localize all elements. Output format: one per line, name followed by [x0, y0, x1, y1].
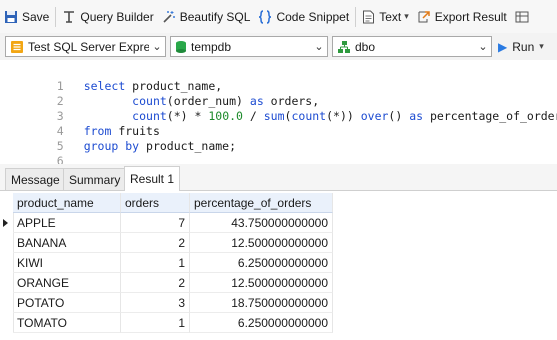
cell-orders[interactable]: 2 — [121, 273, 190, 293]
row-indicator-header — [0, 193, 14, 213]
chevron-down-icon: ▾ — [539, 41, 544, 51]
beautify-sql-button[interactable]: Beautify SQL — [158, 5, 255, 29]
editor-line: 2 count(order_num) as orders, — [0, 79, 319, 108]
column-header-orders[interactable]: orders — [121, 193, 190, 213]
editor-line: 5 group by product_name; — [0, 124, 236, 153]
cell-orders[interactable]: 3 — [121, 293, 190, 313]
cell-product-name[interactable]: POTATO — [13, 293, 121, 313]
cell-product-name[interactable]: ORANGE — [13, 273, 121, 293]
database-icon — [176, 40, 186, 53]
chevron-down-icon: ▾ — [404, 11, 409, 21]
row-indicator[interactable] — [0, 273, 14, 293]
save-button[interactable]: Save — [0, 5, 53, 29]
chevron-down-icon: ⌄ — [314, 41, 324, 53]
editor-line: 6 — [0, 139, 84, 168]
schema-icon — [338, 40, 350, 53]
play-icon: ▶ — [498, 39, 508, 54]
column-header-product-name[interactable]: product_name — [13, 193, 121, 213]
toolbar-separator — [355, 6, 357, 27]
table-row[interactable]: POTATO 3 18.750000000000 — [0, 293, 333, 313]
query-builder-label: Query Builder — [80, 9, 154, 24]
query-builder-button[interactable]: Query Builder — [58, 5, 157, 29]
chevron-down-icon: ⌄ — [478, 41, 488, 53]
export-icon — [418, 10, 430, 22]
cell-percentage[interactable]: 43.750000000000 — [190, 213, 333, 233]
cell-percentage[interactable]: 12.500000000000 — [190, 273, 333, 293]
editor-line: 3 count(*) * 100.0 / sum(count(*)) over(… — [0, 94, 557, 123]
table-row[interactable]: APPLE 7 43.750000000000 — [0, 213, 333, 233]
braces-icon — [259, 9, 272, 24]
query-builder-icon — [64, 10, 75, 23]
cell-percentage[interactable]: 6.250000000000 — [190, 253, 333, 273]
cell-product-name[interactable]: TOMATO — [13, 313, 121, 333]
row-indicator[interactable] — [0, 313, 14, 333]
cell-percentage[interactable]: 6.250000000000 — [190, 313, 333, 333]
main-toolbar: Save Query Builder Beautify SQL Code Sni… — [0, 0, 557, 34]
table-row[interactable]: ORANGE 2 12.500000000000 — [0, 273, 333, 293]
cell-orders[interactable]: 1 — [121, 253, 190, 273]
document-icon — [363, 10, 375, 23]
database-select[interactable]: tempdb ⌄ — [170, 36, 328, 57]
row-indicator[interactable] — [0, 233, 14, 253]
connection-bar: Test SQL Server Expres ⌄ tempdb ⌄ dbo ⌄ … — [0, 33, 557, 61]
cell-orders[interactable]: 2 — [121, 233, 190, 253]
editor-line: 4 from fruits — [0, 109, 160, 138]
column-header-percentage[interactable]: percentage_of_orders — [190, 193, 333, 213]
grid-header-row: product_name orders percentage_of_orders — [0, 193, 333, 213]
table-row[interactable]: BANANA 2 12.500000000000 — [0, 233, 333, 253]
text-output-dropdown[interactable]: Text ▾ — [358, 5, 413, 29]
code-snippet-label: Code Snippet — [276, 9, 350, 24]
cell-product-name[interactable]: KIWI — [13, 253, 121, 273]
beautify-sql-label: Beautify SQL — [179, 9, 251, 24]
code-snippet-button[interactable]: Code Snippet — [254, 5, 353, 29]
tab-result-1[interactable]: Result 1 — [124, 166, 181, 191]
row-indicator[interactable] — [0, 253, 14, 273]
chevron-down-icon: ⌄ — [152, 41, 162, 53]
server-icon — [11, 40, 23, 53]
schema-select[interactable]: dbo ⌄ — [332, 36, 492, 57]
cell-percentage[interactable]: 12.500000000000 — [190, 233, 333, 253]
text-label: Text — [379, 9, 402, 24]
run-label: Run — [512, 39, 535, 54]
table-row[interactable]: TOMATO 1 6.250000000000 — [0, 313, 333, 333]
magic-wand-icon — [163, 10, 175, 23]
save-icon — [5, 10, 17, 23]
result-tabs: Message Summary Result 1 — [0, 164, 557, 191]
server-select[interactable]: Test SQL Server Expres ⌄ — [5, 36, 166, 57]
run-button[interactable]: ▶ Run ▾ — [498, 36, 544, 57]
database-value: tempdb — [191, 39, 232, 54]
overflow-button[interactable] — [511, 5, 537, 29]
table-row[interactable]: KIWI 1 6.250000000000 — [0, 253, 333, 273]
tab-summary[interactable]: Summary — [63, 168, 127, 190]
cell-orders[interactable]: 1 — [121, 313, 190, 333]
cell-percentage[interactable]: 18.750000000000 — [190, 293, 333, 313]
save-label: Save — [22, 9, 50, 24]
row-indicator[interactable] — [0, 213, 14, 233]
row-indicator[interactable] — [0, 293, 14, 313]
toolbar-separator — [55, 6, 57, 27]
cell-product-name[interactable]: APPLE — [13, 213, 121, 233]
export-result-button[interactable]: Export Result — [413, 5, 511, 29]
cell-product-name[interactable]: BANANA — [13, 233, 121, 253]
schema-value: dbo — [355, 39, 376, 54]
current-row-arrow-icon — [3, 219, 8, 227]
sql-editor[interactable]: 1 select product_name, 2 count(order_num)… — [0, 60, 557, 168]
cell-orders[interactable]: 7 — [121, 213, 190, 233]
tab-message[interactable]: Message — [5, 168, 66, 190]
grid-icon — [515, 11, 529, 22]
export-result-label: Export Result — [434, 9, 507, 24]
editor-line: 1 select product_name, — [0, 64, 222, 93]
server-value: Test SQL Server Expres — [28, 39, 149, 54]
